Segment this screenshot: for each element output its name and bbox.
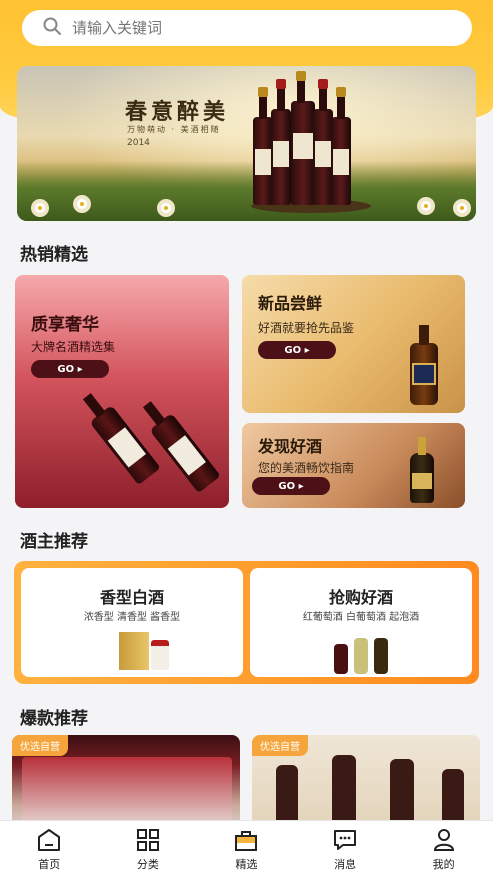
- wine-bottle-image: [331, 87, 351, 205]
- home-icon: [38, 829, 61, 851]
- section-title-hot-items: 爆款推荐: [20, 709, 88, 729]
- wine-bottle-image: [149, 412, 221, 494]
- grab-wine-desc: 红葡萄酒 白葡萄酒 起泡酒: [302, 612, 420, 623]
- beer-bottle-image: [410, 325, 438, 405]
- discover-desc: 您的美酒畅饮指南: [258, 461, 355, 475]
- tab-featured[interactable]: 精选: [197, 821, 296, 879]
- grab-wine-title: 抢购好酒: [328, 588, 393, 607]
- banner-subtitle: 万物萌动 · 美酒相随: [127, 125, 221, 134]
- white-wine-bottle-image: [354, 638, 368, 674]
- tab-category[interactable]: 分类: [99, 821, 198, 879]
- new-taste-title: 新品尝鲜: [258, 294, 323, 313]
- search-bar[interactable]: [22, 10, 472, 46]
- search-input[interactable]: [72, 19, 452, 37]
- flower-icon: [31, 199, 49, 217]
- baijiu-bottle-image: [151, 640, 169, 670]
- discover-card[interactable]: 发现好酒 您的美酒畅饮指南 GO ▸: [242, 423, 465, 508]
- owner-recs-panel: 香型白酒 浓香型 清香型 酱香型 抢购好酒 红葡萄酒 白葡萄酒 起泡酒: [14, 561, 479, 684]
- red-wine-bottle-image: [334, 644, 348, 674]
- new-taste-go-button[interactable]: GO ▸: [258, 341, 336, 359]
- tab-profile-label: 我的: [432, 858, 455, 871]
- wine-bottle-image: [291, 71, 315, 205]
- banner-year: 2014: [127, 138, 150, 148]
- baijiu-desc: 浓香型 清香型 酱香型: [83, 612, 181, 623]
- tab-featured-label: 精选: [235, 858, 258, 871]
- grid-icon: [136, 829, 159, 851]
- discover-title: 发现好酒: [258, 437, 323, 456]
- new-taste-desc: 好酒就要抢先品鉴: [258, 321, 355, 335]
- luxury-card-title: 质享奢华: [31, 315, 99, 335]
- promo-banner[interactable]: 春意醉美 万物萌动 · 美酒相随 2014: [17, 66, 476, 221]
- bottom-tab-bar: 首页 分类 精选 消息 我的: [0, 820, 493, 879]
- baijiu-card[interactable]: 香型白酒 浓香型 清香型 酱香型: [21, 568, 243, 677]
- baijiu-title: 香型白酒: [99, 588, 164, 607]
- search-icon: [42, 16, 62, 40]
- tab-messages-label: 消息: [334, 858, 357, 871]
- tab-category-label: 分类: [136, 858, 159, 871]
- section-title-owner-recs: 酒主推荐: [20, 532, 88, 552]
- bag-icon: [235, 831, 258, 851]
- wine-bottle-image: [271, 79, 291, 205]
- self-operated-tag: 优选自营: [252, 735, 308, 756]
- baijiu-box-image: [119, 632, 149, 670]
- gift-box-image: [22, 757, 232, 827]
- discover-go-button[interactable]: GO ▸: [252, 477, 330, 495]
- grab-wine-card[interactable]: 抢购好酒 红葡萄酒 白葡萄酒 起泡酒: [250, 568, 472, 677]
- self-operated-tag: 优选自营: [12, 735, 68, 756]
- flower-icon: [157, 199, 175, 217]
- sparkling-wine-bottle-image: [374, 638, 388, 674]
- section-title-hot-picks: 热销精选: [20, 245, 88, 265]
- flower-icon: [73, 195, 91, 213]
- banner-title: 春意醉美: [125, 99, 230, 125]
- luxury-card[interactable]: 质享奢华 大牌名酒精选集 GO ▸: [15, 275, 229, 508]
- message-icon: [334, 830, 357, 850]
- luxury-go-button[interactable]: GO ▸: [31, 360, 109, 378]
- tab-home[interactable]: 首页: [0, 821, 99, 879]
- new-taste-card[interactable]: 新品尝鲜 好酒就要抢先品鉴 GO ▸: [242, 275, 465, 413]
- tab-profile[interactable]: 我的: [394, 821, 493, 879]
- flower-icon: [417, 197, 435, 215]
- user-icon: [433, 829, 454, 851]
- wine-bottle-image: [313, 79, 333, 205]
- tab-home-label: 首页: [38, 858, 61, 871]
- flower-icon: [453, 199, 471, 217]
- tab-messages[interactable]: 消息: [296, 821, 395, 879]
- wine-bottle-image: [253, 87, 273, 205]
- champagne-bottle-image: [410, 437, 434, 503]
- luxury-card-desc: 大牌名酒精选集: [31, 340, 116, 354]
